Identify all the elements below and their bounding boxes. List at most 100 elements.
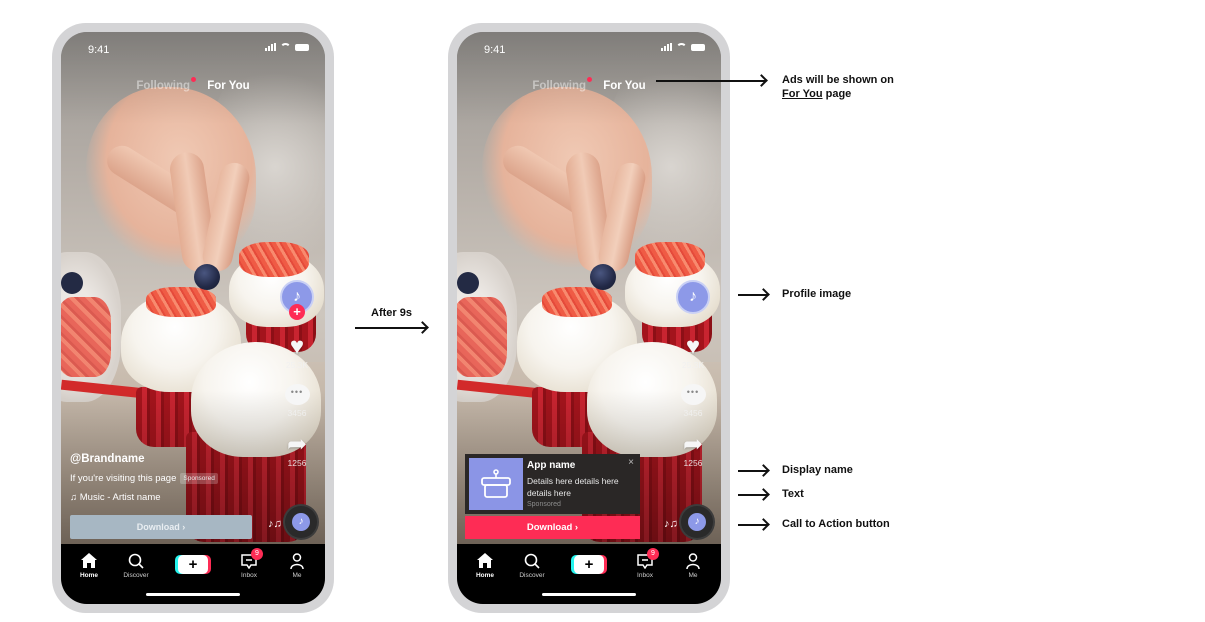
battery-icon [295,43,309,51]
annotation-arrow-text [738,494,768,496]
caption-text: If you're visiting this page [70,473,177,484]
action-column: ♪ + ♥ 25.3K ••• 3456 ➦ 1256 [277,280,317,468]
ad-details-text: Details here details here details here [527,476,619,498]
music-disc[interactable]: ♪ [681,506,713,538]
status-bar: 9:41 [457,32,721,66]
music-note-icon: ♫ [70,492,78,503]
wifi-icon [280,43,291,51]
ad-card[interactable]: App name Details here details here detai… [465,454,640,514]
annotation-arrow-cta [738,524,768,526]
annotation-arrow-display-name [738,470,768,472]
share-button[interactable]: ➦ 1256 [277,431,317,469]
app-icon [469,458,523,510]
annotation-profile-image: Profile image [782,288,852,300]
profile-avatar[interactable]: ♪ + [280,280,314,320]
tab-inbox[interactable]: Inbox 9 [623,548,667,579]
music-label: Music - Artist name [79,492,161,503]
brand-name[interactable]: @Brandname [70,453,218,465]
tab-me[interactable]: Me [275,552,319,579]
status-bar: 9:41 [61,32,325,66]
ad-app-name: App name [527,460,576,471]
transition-arrow [355,327,427,329]
music-info[interactable]: ♫ Music - Artist name [70,492,218,503]
follow-button[interactable]: + [289,304,305,320]
tiktok-logo-icon: ♪ [688,513,706,531]
status-time: 9:41 [88,44,110,56]
tab-following[interactable]: Following [532,77,593,92]
profile-icon [671,552,715,569]
share-icon: ➦ [286,431,308,458]
share-count: 1256 [683,458,703,468]
inbox-badge: 9 [251,548,263,560]
home-indicator[interactable] [542,593,636,596]
chevron-right-icon: › [574,522,579,533]
wifi-icon [676,43,687,51]
inbox-icon [623,552,667,569]
like-button[interactable]: ♥ 25.3K [673,333,713,371]
heart-icon: ♥ [685,333,701,360]
tab-discover[interactable]: Discover [114,552,158,579]
comment-count: 3456 [287,408,307,418]
inbox-icon [227,552,271,569]
signal-icon [265,43,276,51]
gift-box-icon [481,469,511,498]
like-count: 25.3K [285,360,309,370]
profile-avatar[interactable]: ♪ [676,280,710,314]
download-button-inactive[interactable]: Download › [70,515,252,539]
annotation-arrow-for-you [656,80,766,82]
share-button[interactable]: ➦ 1256 [673,432,713,469]
inbox-badge: 9 [647,548,659,560]
like-button[interactable]: ♥ 25.3K [277,333,317,371]
home-icon [67,552,111,569]
feed-tabs: Following For You [61,77,325,92]
annotation-arrow-profile [738,294,768,296]
home-indicator[interactable] [146,593,240,596]
music-notes-icon: ♪♫ [268,518,282,530]
phone-mockup-after: 9:41 Following For You ♪ ♥ 25.3K ••• 345… [448,23,730,613]
tab-home[interactable]: Home [463,552,507,579]
comment-icon: ••• [680,384,706,405]
search-icon [114,552,158,569]
tab-for-you[interactable]: For You [207,80,249,92]
tab-discover[interactable]: Discover [510,552,554,579]
search-icon [510,552,554,569]
annotation-text: Text [782,488,804,500]
tiktok-logo-icon: ♪ [689,288,697,305]
battery-icon [691,43,705,51]
signal-icon [661,43,672,51]
status-time: 9:41 [484,44,506,56]
bottom-tab-bar: Home Discover + Inbox 9 Me [457,544,721,604]
for-you-link-text: For You [782,88,823,100]
tab-for-you[interactable]: For You [603,80,645,92]
close-icon[interactable]: × [628,457,634,468]
like-count: 25.3K [681,360,705,370]
tab-following[interactable]: Following [136,77,197,92]
annotation-cta: Call to Action button [782,518,890,530]
comment-button[interactable]: ••• 3456 [277,384,317,418]
music-disc[interactable]: ♪ [285,506,317,538]
annotation-for-you: Ads will be shown on For You page [782,74,894,100]
notification-dot [191,77,197,82]
transition-label: After 9s [371,307,412,319]
tiktok-logo-icon: ♪ [292,513,310,531]
create-plus-button[interactable]: + [178,555,208,574]
share-count: 1256 [287,458,307,468]
download-cta-button[interactable]: Download › [465,516,640,539]
phone-screen: 9:41 Following For You ♪ + ♥ 25.3K ••• 3… [61,32,325,604]
phone-mockup-before: 9:41 Following For You ♪ + ♥ 25.3K ••• 3… [52,23,334,613]
comment-button[interactable]: ••• 3456 [673,384,713,418]
tab-inbox[interactable]: Inbox 9 [227,548,271,579]
comment-icon: ••• [284,384,310,405]
profile-icon [275,552,319,569]
music-notes-icon: ♪♫ [664,518,678,530]
annotation-display-name: Display name [782,464,853,476]
create-plus-button[interactable]: + [574,555,604,574]
comment-count: 3456 [683,408,703,418]
sponsored-tag: Sponsored [180,473,218,484]
heart-icon: ♥ [289,333,305,360]
tab-me[interactable]: Me [671,552,715,579]
home-icon [463,552,507,569]
phone-screen: 9:41 Following For You ♪ ♥ 25.3K ••• 345… [457,32,721,604]
tab-home[interactable]: Home [67,552,111,579]
video-caption: @Brandname If you're visiting this page … [70,453,218,503]
